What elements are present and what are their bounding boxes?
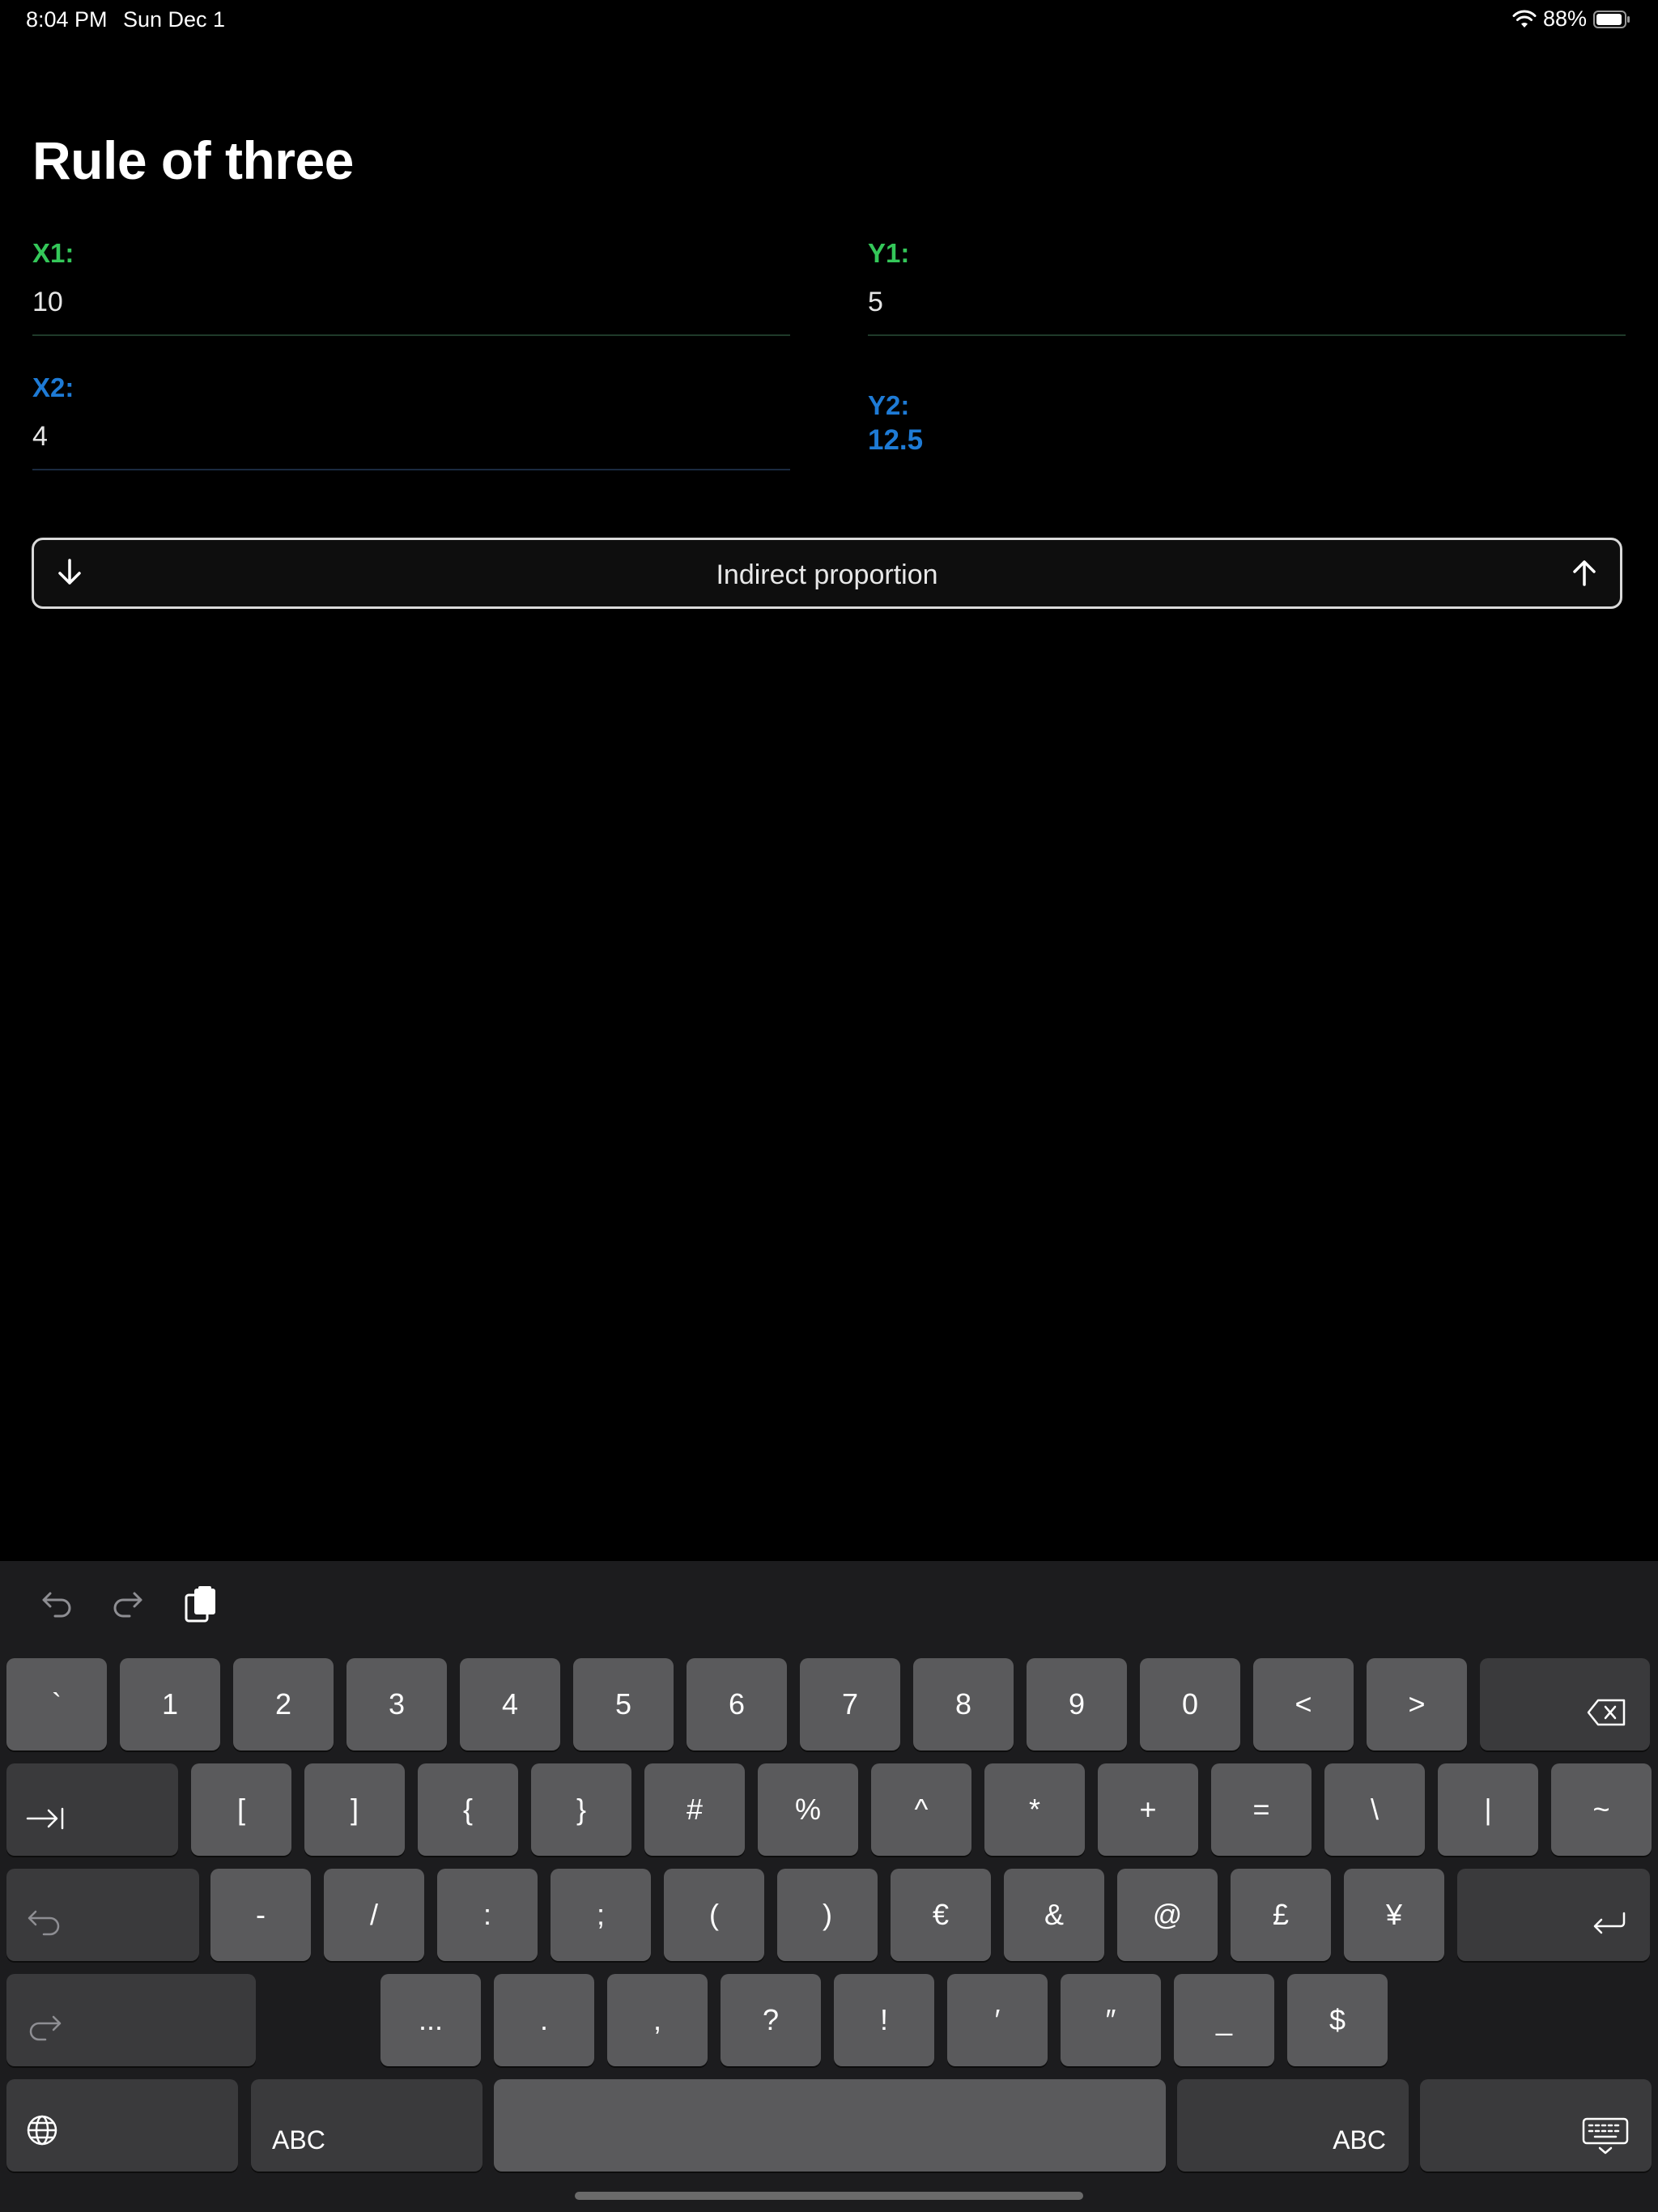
x1-underline: [32, 334, 790, 336]
key[interactable]: {: [418, 1763, 518, 1856]
key[interactable]: :: [437, 1869, 538, 1961]
key[interactable]: =: [1211, 1763, 1312, 1856]
redo-icon[interactable]: [110, 1585, 146, 1625]
undo-arrow-icon: [26, 1908, 63, 1943]
status-time: 8:04 PM: [26, 7, 108, 32]
y1-label: Y1:: [868, 238, 910, 268]
key[interactable]: 0: [1140, 1658, 1240, 1750]
y1-input[interactable]: [868, 287, 1626, 318]
key[interactable]: (: [664, 1869, 764, 1961]
key[interactable]: #: [644, 1763, 745, 1856]
key[interactable]: 6: [687, 1658, 787, 1750]
key[interactable]: |: [1438, 1763, 1538, 1856]
y2-result: Y2: 12.5: [868, 390, 1626, 457]
paste-icon[interactable]: [183, 1585, 219, 1628]
tab-key[interactable]: [6, 1763, 178, 1856]
key[interactable]: 5: [573, 1658, 674, 1750]
key[interactable]: $: [1287, 1974, 1388, 2066]
key[interactable]: 8: [913, 1658, 1014, 1750]
key[interactable]: ,: [607, 1974, 708, 2066]
x1-label: X1:: [32, 238, 74, 268]
key[interactable]: ): [777, 1869, 878, 1961]
key[interactable]: @: [1117, 1869, 1218, 1961]
key[interactable]: !: [834, 1974, 934, 2066]
key[interactable]: €: [891, 1869, 991, 1961]
redo-arrow-icon: [26, 2014, 63, 2048]
x2-input[interactable]: [32, 421, 790, 453]
page-title: Rule of three: [32, 130, 354, 190]
proportion-label: Indirect proportion: [716, 559, 938, 590]
key[interactable]: 9: [1027, 1658, 1127, 1750]
y1-underline: [868, 334, 1626, 336]
undo-icon[interactable]: [39, 1585, 74, 1625]
x2-underline: [32, 469, 790, 470]
abc-right-key[interactable]: ABC: [1177, 2079, 1409, 2172]
key[interactable]: 7: [800, 1658, 900, 1750]
status-right: 88%: [1512, 6, 1630, 32]
key[interactable]: -: [210, 1869, 311, 1961]
abc-left-label: ABC: [272, 2125, 325, 2155]
key[interactable]: ~: [1551, 1763, 1652, 1856]
key[interactable]: 4: [460, 1658, 560, 1750]
tab-icon: [26, 1804, 65, 1838]
key[interactable]: <: [1253, 1658, 1354, 1750]
keyboard-dismiss-icon: [1582, 2117, 1629, 2163]
x2-field: X2:: [32, 372, 790, 470]
key[interactable]: .: [494, 1974, 594, 2066]
key[interactable]: /: [324, 1869, 424, 1961]
battery-icon: [1593, 10, 1630, 29]
y2-value: 12.5: [868, 424, 924, 456]
key[interactable]: \: [1324, 1763, 1425, 1856]
x1-input[interactable]: [32, 287, 790, 318]
y2-label: Y2:: [868, 390, 910, 420]
key[interactable]: 3: [346, 1658, 447, 1750]
proportion-toggle-button[interactable]: Indirect proportion: [32, 538, 1622, 609]
key[interactable]: ′: [947, 1974, 1048, 2066]
return-key[interactable]: [1457, 1869, 1650, 1961]
key[interactable]: ]: [304, 1763, 405, 1856]
delete-key[interactable]: [1480, 1658, 1650, 1750]
key[interactable]: %: [758, 1763, 858, 1856]
key[interactable]: ″: [1061, 1974, 1161, 2066]
battery-percent: 88%: [1542, 6, 1587, 31]
wifi-icon: [1512, 10, 1537, 29]
x2-label: X2:: [32, 372, 74, 402]
dismiss-keyboard-key[interactable]: [1420, 2079, 1652, 2172]
key[interactable]: ;: [551, 1869, 651, 1961]
abc-left-key[interactable]: ABC: [251, 2079, 483, 2172]
return-icon: [1590, 1910, 1627, 1945]
key[interactable]: 1: [120, 1658, 220, 1750]
delete-icon: [1587, 1698, 1627, 1734]
y1-field: Y1:: [868, 238, 1626, 336]
key[interactable]: £: [1231, 1869, 1331, 1961]
key[interactable]: +: [1098, 1763, 1198, 1856]
key[interactable]: ?: [721, 1974, 821, 2066]
key[interactable]: [: [191, 1763, 291, 1856]
key[interactable]: 2: [233, 1658, 334, 1750]
globe-icon: [26, 2114, 58, 2154]
undo-key[interactable]: [6, 1869, 199, 1961]
key[interactable]: ...: [380, 1974, 481, 2066]
home-indicator: [575, 2192, 1083, 2200]
redo-key[interactable]: [6, 1974, 256, 2066]
key[interactable]: >: [1367, 1658, 1467, 1750]
key[interactable]: ¥: [1344, 1869, 1444, 1961]
space-key[interactable]: [494, 2079, 1166, 2172]
status-bar: 8:04 PM Sun Dec 1 88%: [0, 0, 1658, 40]
keyboard: ` 1 2 3 4 5 6 7 8 9 0 < > [] {} # % ^ …: [0, 1561, 1658, 2212]
key[interactable]: `: [6, 1658, 107, 1750]
arrow-up-icon: [1568, 556, 1601, 593]
key[interactable]: ^: [871, 1763, 971, 1856]
x1-field: X1:: [32, 238, 790, 336]
status-date: Sun Dec 1: [123, 7, 226, 32]
key[interactable]: &: [1004, 1869, 1104, 1961]
abc-right-label: ABC: [1333, 2125, 1386, 2155]
key[interactable]: *: [984, 1763, 1085, 1856]
globe-key[interactable]: [6, 2079, 238, 2172]
key[interactable]: _: [1174, 1974, 1274, 2066]
key[interactable]: }: [531, 1763, 631, 1856]
